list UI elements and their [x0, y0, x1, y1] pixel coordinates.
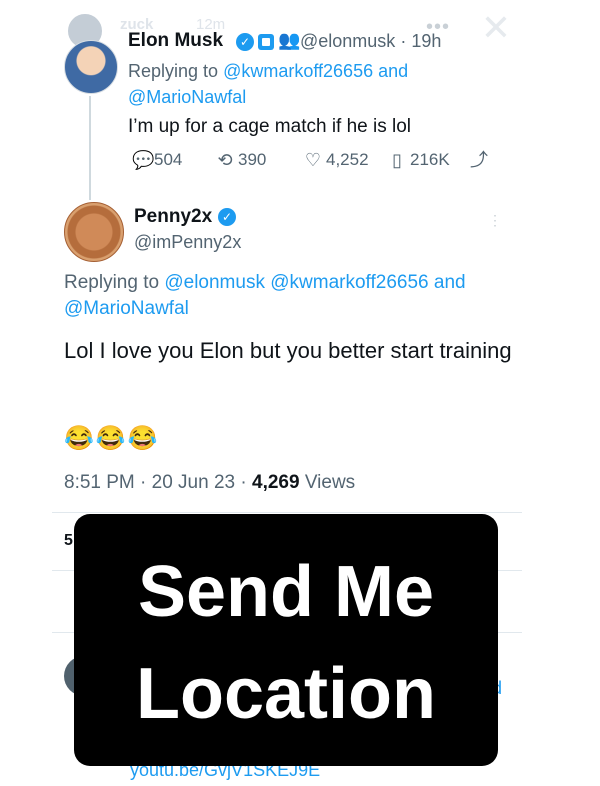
- more-dots-icon[interactable]: ⋮: [488, 212, 503, 229]
- heart-icon: ♡: [304, 150, 322, 170]
- share-button[interactable]: ⤴: [470, 150, 488, 170]
- laughing-emoji-row: 😂😂😂: [64, 425, 160, 452]
- verified-badge-icon: ✓: [236, 33, 254, 51]
- reply-author-handle[interactable]: @imPenny2x: [134, 232, 241, 253]
- reply-mention[interactable]: @kwmarkoff26656: [223, 61, 373, 81]
- retweet-button[interactable]: ⟲ 390: [216, 150, 266, 170]
- caption-line-1: Send Me: [137, 552, 435, 632]
- reply-mention[interactable]: @MarioNawfal: [64, 298, 189, 319]
- like-button[interactable]: ♡ 4,252: [304, 150, 369, 170]
- close-icon[interactable]: ✕: [480, 10, 512, 46]
- reply-author-name[interactable]: Penny2x: [134, 206, 212, 228]
- tweet-replying-to: Replying to @kwmarkoff26656 and @MarioNa…: [128, 61, 409, 107]
- reply-mention[interactable]: @kwmarkoff26656: [270, 272, 428, 293]
- reply-icon: 💬: [132, 150, 155, 170]
- caption-line-2: Location: [136, 654, 436, 734]
- verified-badge-icon: ✓: [218, 208, 236, 226]
- views-button[interactable]: ▯ 216K: [388, 150, 450, 170]
- partial-stat-number: 5: [64, 532, 73, 549]
- tweet-metrics: 💬 504 ⟲ 390 ♡ 4,252 ▯ 216K ⤴: [132, 150, 492, 174]
- story-frame: zuck 12m ••• ✕ Elon Musk ✓ 👥 @elonmusk ·…: [0, 0, 600, 786]
- reply-button[interactable]: 💬 504: [132, 150, 182, 170]
- reply-mention[interactable]: @elonmusk: [164, 272, 265, 293]
- retweet-icon: ⟲: [217, 150, 233, 170]
- penny-avatar[interactable]: [64, 202, 124, 262]
- tweet-text: I’m up for a cage match if he is lol: [128, 116, 412, 137]
- divider: [52, 512, 522, 513]
- reply-text: Lol I love you Elon but you better start…: [64, 338, 512, 363]
- tweet-author-name[interactable]: Elon Musk: [128, 30, 223, 52]
- reply-replying-to: Replying to @elonmusk @kwmarkoff26656 an…: [64, 272, 466, 319]
- tweet-author-handle[interactable]: @elonmusk · 19h: [300, 31, 441, 52]
- thread-line: [89, 96, 91, 200]
- reply-timestamp: 8:51 PM · 20 Jun 23 · 4,269 Views: [64, 472, 356, 493]
- share-icon: ⤴: [470, 150, 488, 170]
- elon-avatar[interactable]: [64, 40, 118, 94]
- reply-mention[interactable]: @MarioNawfal: [128, 87, 246, 107]
- people-icon: 👥: [278, 30, 301, 50]
- affiliation-square-icon: [258, 34, 274, 50]
- views-bar-icon: ▯: [392, 150, 402, 170]
- caption-overlay: Send Me Location: [74, 514, 498, 766]
